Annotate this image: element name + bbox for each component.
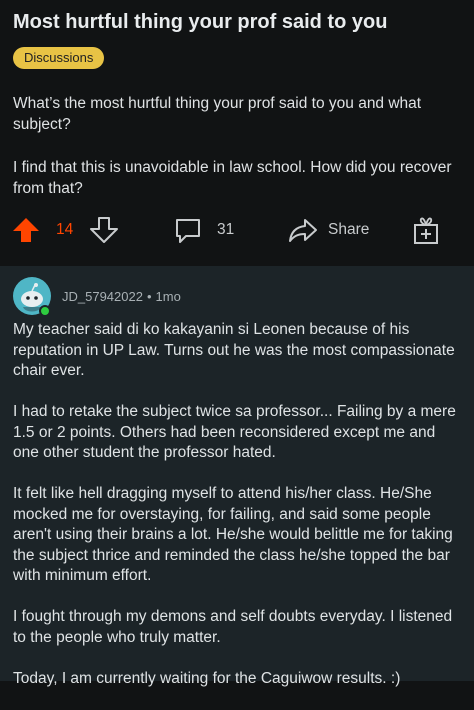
- gift-award-icon: [414, 217, 438, 244]
- meta-separator: •: [146, 289, 152, 304]
- share-arrow-icon: [289, 219, 317, 242]
- vote-score: 14: [56, 221, 74, 238]
- comment-username[interactable]: JD_57942022: [62, 289, 143, 304]
- post: Most hurtful thing your prof said to you…: [0, 0, 474, 266]
- comment-paragraph: Today, I am currently waiting for the Ca…: [13, 669, 401, 687]
- comment-paragraph: I had to retake the subject twice sa pro…: [13, 403, 456, 461]
- post-body-paragraph: I find that this is unavoidable in law s…: [13, 159, 452, 197]
- upvote-button[interactable]: [12, 212, 40, 248]
- comment: JD_57942022 • 1mo My teacher said di ko ka…: [0, 266, 474, 687]
- comment-age: 1mo: [155, 289, 181, 304]
- comment-paragraph: My teacher said di ko kakayanin si Leone…: [13, 321, 455, 379]
- arrow-up-icon: [13, 218, 39, 242]
- post-title: Most hurtful thing your prof said to you: [13, 11, 388, 33]
- comment-meta: JD_57942022 • 1mo: [62, 289, 181, 304]
- share-button[interactable]: Share: [288, 212, 369, 248]
- comment-paragraph: It felt like hell dragging myself to att…: [13, 485, 453, 584]
- comments-button[interactable]: [174, 212, 202, 248]
- comment-paragraph: I fought through my demons and self doub…: [13, 608, 453, 646]
- award-button[interactable]: [412, 212, 440, 248]
- post-body: What’s the most hurtful thing your prof …: [13, 93, 453, 221]
- flair-badge[interactable]: Discussions: [13, 47, 105, 69]
- arrow-down-icon: [90, 217, 118, 243]
- post-action-bar: 14 31 Share: [0, 212, 474, 248]
- online-status-dot: [39, 305, 51, 317]
- comment-body: My teacher said di ko kakayanin si Leone…: [13, 320, 463, 710]
- speech-bubble-icon: [176, 219, 200, 243]
- share-label: Share: [328, 221, 370, 238]
- comment-count: 31: [217, 221, 235, 238]
- downvote-button[interactable]: [90, 212, 118, 248]
- post-body-paragraph: What’s the most hurtful thing your prof …: [13, 95, 422, 133]
